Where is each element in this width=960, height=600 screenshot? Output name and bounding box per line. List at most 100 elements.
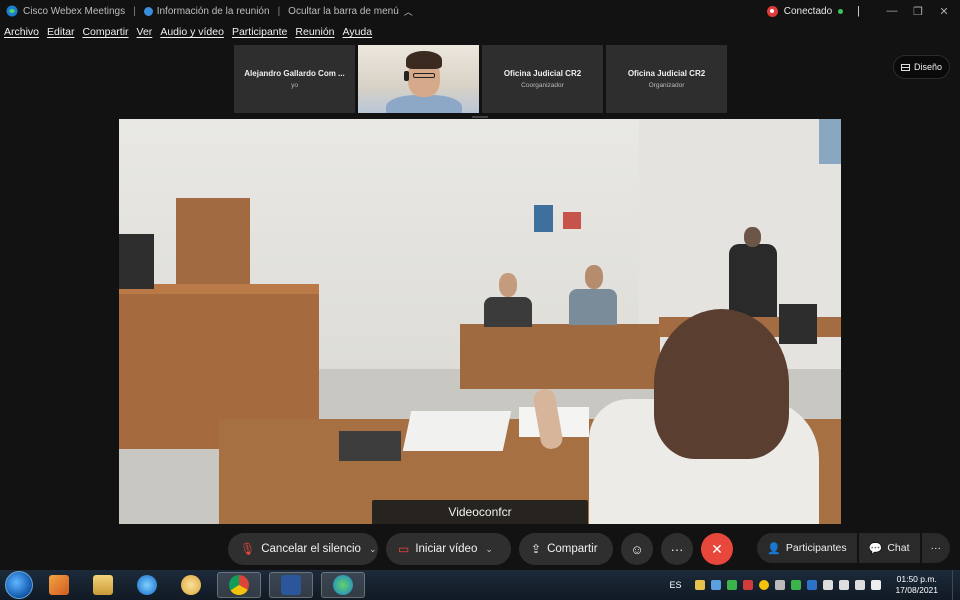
menu-audio-video[interactable]: Audio y vídeo — [160, 26, 224, 42]
webex-logo-icon — [6, 5, 18, 17]
reactions-button[interactable]: ☺ — [621, 533, 653, 565]
participant-role: Coorganizador — [521, 82, 564, 89]
tray-chrome-icon[interactable] — [759, 580, 770, 590]
video-chair — [779, 304, 817, 344]
start-button[interactable] — [5, 571, 33, 599]
chat-label: Chat — [887, 542, 910, 554]
smiley-icon: ☺ — [630, 541, 644, 557]
participant-strip: Alejandro Gallardo Com ... yo Oficina Ju… — [234, 45, 727, 113]
menu-ayuda[interactable]: Ayuda — [343, 26, 373, 42]
clock-date: 17/08/2021 — [895, 585, 938, 595]
video-papers — [402, 411, 512, 451]
chat-bubble-icon: 💬 — [868, 542, 883, 555]
connected-indicator-icon — [838, 8, 844, 14]
share-button[interactable]: ⇪ Compartir — [519, 533, 613, 565]
taskbar-chrome[interactable] — [217, 572, 261, 598]
start-video-button[interactable]: ▭ Iniciar vídeo ⌄ — [386, 533, 511, 565]
layout-button[interactable]: Diseño — [893, 55, 950, 79]
tray-volume-icon[interactable] — [823, 580, 834, 590]
connection-status: Conectado — [783, 5, 833, 17]
participant-tile-cohost[interactable]: Oficina Judicial CR2 Coorganizador — [482, 45, 603, 113]
video-monitor — [119, 234, 154, 289]
chevron-up-icon[interactable]: ︿ — [404, 5, 413, 18]
participant-tile-host[interactable]: Oficina Judicial CR2 Organizador — [606, 45, 727, 113]
more-icon: ··· — [930, 542, 942, 554]
chevron-down-icon[interactable]: ⌄ — [369, 544, 377, 555]
end-meeting-button[interactable]: ✕ — [701, 533, 733, 565]
tray-network-icon[interactable] — [711, 580, 722, 590]
participant-role: Organizador — [648, 82, 685, 89]
restore-button[interactable]: ❐ — [906, 5, 930, 18]
participant-tile-self[interactable]: Alejandro Gallardo Com ... yo — [234, 45, 355, 113]
minimize-button[interactable]: — — [880, 5, 904, 17]
participant-tile-video[interactable] — [358, 45, 479, 113]
title-divider: | — [857, 5, 860, 17]
more-panels-button[interactable]: ··· — [921, 533, 950, 563]
meeting-info-link[interactable]: Información de la reunión — [157, 6, 270, 17]
tray-device-icon[interactable] — [775, 580, 786, 590]
video-off-icon: ▭ — [398, 542, 410, 556]
main-video-stage[interactable] — [119, 119, 841, 524]
video-door — [176, 198, 250, 298]
taskbar-media-player[interactable] — [41, 572, 77, 598]
chevron-down-icon[interactable]: ⌄ — [485, 544, 493, 555]
menu-archivo[interactable]: Archivo — [4, 26, 39, 42]
video-person-left-head — [499, 273, 517, 297]
menu-editar[interactable]: Editar — [47, 26, 74, 42]
video-window-patch — [819, 119, 841, 164]
taskbar-file-explorer[interactable] — [85, 572, 121, 598]
language-indicator[interactable]: ES — [669, 580, 681, 590]
recording-icon[interactable] — [766, 5, 778, 17]
person-icon: 👤 — [767, 542, 781, 555]
title-separator-2: | — [277, 5, 281, 17]
tray-flag-icon[interactable] — [871, 580, 882, 590]
close-icon: ✕ — [711, 540, 723, 557]
hide-menu-bar-button[interactable]: Ocultar la barra de menú — [288, 6, 399, 17]
taskbar-webex[interactable] — [321, 572, 365, 598]
tray-bluetooth-icon[interactable] — [807, 580, 818, 590]
close-window-button[interactable]: ✕ — [932, 5, 956, 18]
word-icon — [281, 575, 301, 595]
taskbar-word[interactable] — [269, 572, 313, 598]
video-person-right — [569, 289, 617, 325]
tray-battery-icon[interactable] — [855, 580, 866, 590]
headset-icon — [404, 71, 409, 81]
layout-label: Diseño — [913, 62, 942, 72]
taskbar-clock[interactable]: 01:50 p.m. 17/08/2021 — [895, 574, 938, 596]
chat-panel-button[interactable]: 💬 Chat — [858, 533, 920, 563]
info-icon — [143, 6, 153, 16]
windows-taskbar: ES 01:50 p.m. 17/08/2021 — [0, 570, 960, 600]
layout-icon — [900, 63, 910, 71]
tray-folder-icon[interactable] — [695, 580, 706, 590]
clock-time: 01:50 p.m. — [896, 574, 937, 584]
participant-name: Alejandro Gallardo Com ... — [244, 69, 345, 78]
taskbar-paint[interactable] — [173, 572, 209, 598]
strip-resize-handle[interactable] — [472, 116, 488, 118]
show-desktop-button[interactable] — [952, 570, 960, 600]
menu-participante[interactable]: Participante — [232, 26, 287, 42]
system-tray: ES 01:50 p.m. 17/08/2021 — [669, 570, 960, 600]
menu-ver[interactable]: Ver — [137, 26, 153, 42]
app-title: Cisco Webex Meetings — [23, 5, 126, 17]
participant-video-shoulders — [386, 95, 462, 113]
title-separator: | — [133, 5, 136, 17]
tray-shield-icon[interactable] — [743, 580, 754, 590]
taskbar-internet-explorer[interactable] — [129, 572, 165, 598]
tray-signal-icon[interactable] — [839, 580, 850, 590]
menu-reunion[interactable]: Reunión — [295, 26, 334, 42]
active-speaker-label: Videoconfcr — [372, 500, 588, 524]
participant-video-glasses — [413, 73, 435, 78]
menu-bar: Archivo Editar Compartir Ver Audio y víd… — [0, 26, 376, 42]
more-icon: ··· — [670, 541, 684, 557]
tray-sync-icon[interactable] — [791, 580, 802, 590]
tray-security-icon[interactable] — [727, 580, 738, 590]
unmute-button[interactable]: 🎙 Cancelar el silencio ⌄ — [228, 533, 378, 565]
more-options-button[interactable]: ··· — [661, 533, 693, 565]
video-binder — [339, 431, 401, 461]
menu-compartir[interactable]: Compartir — [82, 26, 128, 42]
panel-controls: 👤 Participantes 💬 Chat ··· — [757, 533, 950, 563]
folder-icon — [93, 575, 113, 595]
participant-name: Oficina Judicial CR2 — [503, 69, 582, 78]
participants-panel-button[interactable]: 👤 Participantes — [757, 533, 857, 563]
internet-explorer-icon — [137, 575, 157, 595]
